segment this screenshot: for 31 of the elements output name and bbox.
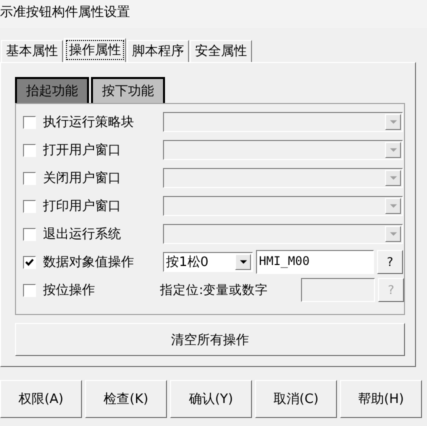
caret-icon	[390, 148, 396, 152]
caret-icon	[390, 232, 396, 236]
field-label: 指定位:变量或数字	[160, 282, 270, 298]
dropdown-button[interactable]	[235, 254, 251, 270]
checkbox-label: 执行运行策略块	[43, 114, 135, 131]
checkbox-label: 数据对象值操作	[43, 254, 135, 271]
tab[interactable]: 安全属性	[190, 40, 252, 62]
help-button[interactable]: ?	[377, 250, 403, 274]
caret-icon	[240, 260, 246, 264]
caret-icon	[390, 120, 396, 124]
caret-icon	[390, 176, 396, 180]
checkbox[interactable]	[23, 256, 36, 268]
checkbox-label: 打开用户窗口	[43, 142, 122, 159]
clear-button[interactable]: 清空所有操作	[15, 323, 405, 356]
dialog-button[interactable]: 检查(K)	[85, 380, 167, 418]
tab[interactable]: 脚本程序	[127, 40, 189, 62]
checkbox-label: 关闭用户窗口	[43, 170, 122, 187]
tab[interactable]: 基本属性	[1, 40, 63, 62]
function-tab[interactable]: 抬起功能	[15, 77, 89, 103]
checkbox-label: 按位操作	[42, 282, 96, 299]
function-tab[interactable]: 按下功能	[91, 77, 165, 103]
dialog-button[interactable]: 权限(A)	[0, 380, 82, 418]
tab[interactable]: 操作属性	[64, 38, 126, 62]
checkbox-label: 打印用户窗口	[43, 198, 122, 215]
checkbox-label: 退出运行系统	[43, 226, 122, 243]
dropdown[interactable]: 按1松0	[163, 252, 253, 272]
dialog-button[interactable]: 确认(Y)	[170, 380, 252, 418]
input-field[interactable]: HMI_M00	[256, 250, 374, 274]
dialog-button[interactable]: 帮助(H)	[340, 380, 422, 418]
caret-icon	[390, 204, 396, 208]
dialog-button[interactable]: 取消(C)	[255, 380, 337, 418]
